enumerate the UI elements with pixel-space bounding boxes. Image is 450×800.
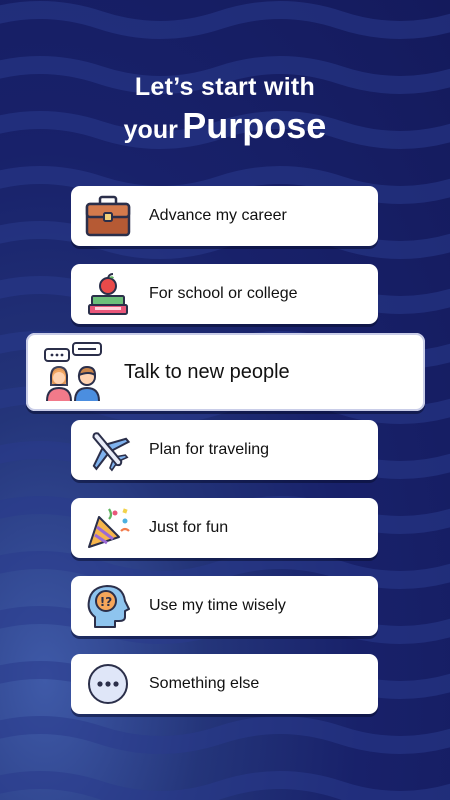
option-label: Advance my career bbox=[149, 207, 287, 224]
purpose-screen: Let’s start with your Purpose Advance my… bbox=[0, 0, 450, 800]
option-plan-traveling[interactable]: Plan for traveling bbox=[71, 420, 378, 480]
airplane-icon bbox=[83, 425, 133, 475]
option-label: Talk to new people bbox=[124, 360, 290, 383]
option-just-for-fun[interactable]: Just for fun bbox=[71, 498, 378, 558]
party-popper-icon bbox=[83, 503, 133, 553]
svg-text:!?: !? bbox=[100, 595, 112, 609]
option-label: Plan for traveling bbox=[149, 441, 270, 458]
title-emphasis: Purpose bbox=[182, 105, 327, 146]
more-dots-icon bbox=[83, 659, 133, 709]
title-line-1: Let’s start with bbox=[134, 73, 316, 101]
briefcase-icon bbox=[83, 191, 133, 241]
page-title: Let’s start with your Purpose bbox=[0, 70, 450, 156]
head-brain-icon: !? bbox=[83, 581, 133, 631]
people-chat-icon bbox=[42, 340, 106, 404]
option-use-time-wisely[interactable]: !? Use my time wisely bbox=[71, 576, 378, 636]
title-line-2: your Purpose bbox=[0, 104, 450, 156]
option-talk-new-people[interactable]: Talk to new people bbox=[26, 333, 425, 411]
option-label: Just for fun bbox=[149, 519, 229, 536]
option-school-college[interactable]: For school or college bbox=[71, 264, 378, 324]
option-label: Use my time wisely bbox=[149, 597, 286, 614]
option-label: Something else bbox=[149, 675, 260, 692]
books-apple-icon bbox=[83, 269, 133, 319]
title-prefix: your bbox=[123, 116, 178, 144]
option-advance-career[interactable]: Advance my career bbox=[71, 186, 378, 246]
option-something-else[interactable]: Something else bbox=[71, 654, 378, 714]
option-label: For school or college bbox=[149, 285, 298, 302]
